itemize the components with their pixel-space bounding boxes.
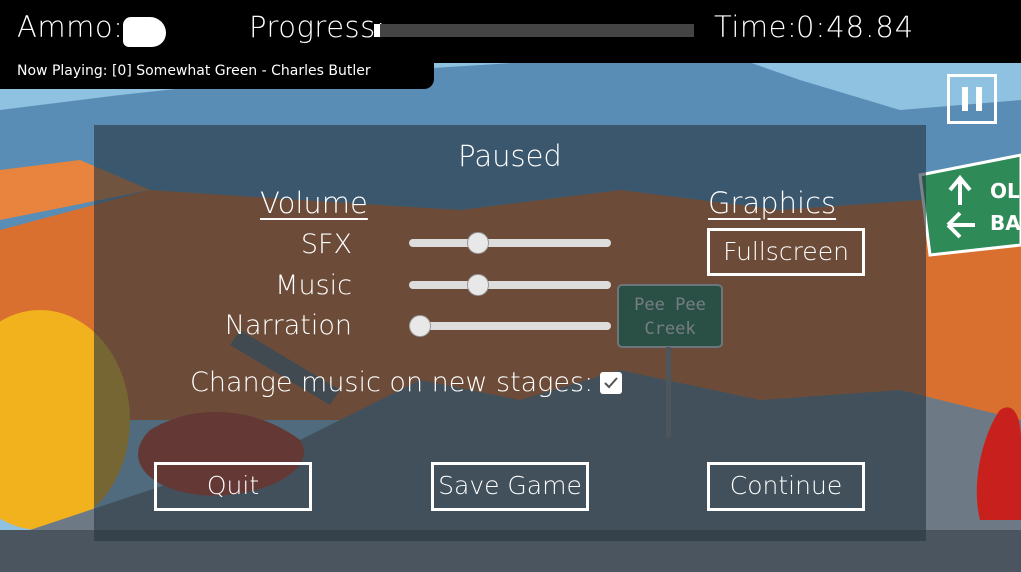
pause-title: Paused [458, 139, 562, 173]
hud-bar: Ammo: Progress: Time: 0:48.84 [0, 0, 1021, 63]
volume-heading: Volume [260, 186, 368, 220]
narration-slider-knob[interactable] [409, 315, 431, 337]
pause-icon-bar-right [976, 87, 982, 111]
quit-button[interactable]: Quit [154, 462, 312, 511]
save-game-button[interactable]: Save Game [431, 462, 589, 511]
ammo-icon [123, 17, 166, 47]
narration-slider[interactable] [409, 315, 611, 337]
progress-bar [374, 24, 694, 37]
road-sign-text-1: OL [990, 179, 1020, 203]
road-sign-text-2: BA [990, 211, 1021, 235]
sfx-label: SFX [300, 229, 352, 260]
fullscreen-button[interactable]: Fullscreen [707, 228, 865, 276]
sfx-slider[interactable] [409, 232, 611, 254]
pause-icon-bar-left [962, 87, 968, 111]
now-playing-text: Now Playing: [0] Somewhat Green - Charle… [17, 63, 371, 79]
music-slider[interactable] [409, 274, 611, 296]
checkmark-icon [604, 377, 618, 389]
sfx-slider-knob[interactable] [466, 232, 489, 254]
music-label: Music [275, 270, 352, 301]
pause-menu-panel: Paused Volume Graphics SFX Music Narrati… [94, 125, 926, 541]
pause-button[interactable] [947, 74, 997, 124]
ammo-label: Ammo: [17, 10, 124, 44]
narration-label: Narration [224, 310, 352, 341]
music-slider-knob[interactable] [466, 274, 489, 296]
graphics-heading: Graphics [708, 186, 837, 220]
time-label: Time: [714, 10, 798, 44]
continue-button[interactable]: Continue [707, 462, 865, 511]
change-music-checkbox[interactable] [600, 372, 622, 394]
progress-fill [374, 24, 381, 37]
time-value: 0:48.84 [796, 10, 915, 44]
progress-label: Progress: [249, 10, 387, 44]
change-music-label: Change music on new stages: [190, 367, 594, 398]
